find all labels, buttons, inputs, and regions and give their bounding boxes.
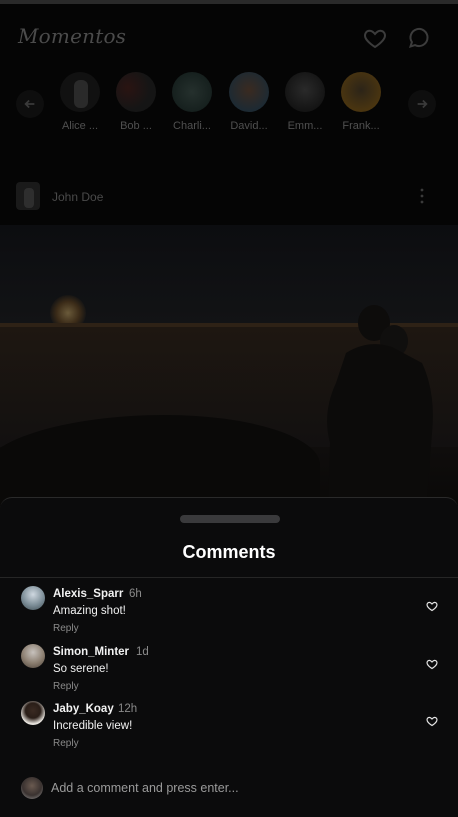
reply-link[interactable]: Reply: [53, 738, 79, 749]
comment-avatar[interactable]: [21, 644, 45, 668]
comment-input[interactable]: [51, 776, 431, 800]
app-root: Momentos Alice ... Bob ... Charli... Dav…: [0, 4, 458, 817]
post-author-avatar[interactable]: [16, 182, 40, 210]
comment-time: 12h: [118, 703, 138, 715]
couple-silhouette: [327, 305, 433, 505]
like-icon[interactable]: [426, 714, 438, 727]
story-avatar: [285, 72, 325, 112]
story-avatar: [60, 72, 100, 112]
story-item[interactable]: David...: [224, 72, 274, 132]
reply-link[interactable]: Reply: [53, 623, 79, 634]
story-avatar: [172, 72, 212, 112]
comment-text: Incredible view!: [53, 720, 133, 732]
post-author-name[interactable]: John Doe: [52, 190, 103, 204]
story-item[interactable]: Charli...: [167, 72, 217, 132]
story-item[interactable]: Bob ...: [111, 72, 161, 132]
story-label: Bob ...: [120, 120, 152, 132]
comment-time: 1d: [136, 646, 149, 658]
sheet-grabber[interactable]: [180, 515, 280, 523]
post-image[interactable]: [0, 225, 458, 505]
sheet-divider: [0, 577, 458, 578]
story-label: Alice ...: [61, 120, 99, 132]
cliff-silhouette: [0, 415, 320, 505]
comment-username[interactable]: Simon_Minter: [53, 646, 129, 658]
comment-avatar[interactable]: [21, 701, 45, 725]
stories-prev-button[interactable]: [16, 90, 44, 118]
stories-carousel: Alice ... Bob ... Charli... David... Emm…: [0, 70, 458, 144]
top-header: Momentos: [0, 4, 458, 66]
comment-item: Jaby_Koay 12h Incredible view! Reply: [0, 701, 458, 753]
heart-icon[interactable]: [363, 26, 387, 50]
story-avatar: [229, 72, 269, 112]
comment-username[interactable]: Jaby_Koay: [53, 703, 114, 715]
comment-time: 6h: [129, 588, 142, 600]
story-label: David...: [230, 120, 268, 132]
comment-item: Simon_Minter 1d So serene! Reply: [0, 644, 458, 696]
chat-icon[interactable]: [407, 26, 431, 50]
comment-username[interactable]: Alexis_Sparr: [53, 588, 123, 600]
comment-item: Alexis_Sparr 6h Amazing shot! Reply: [0, 586, 458, 638]
reply-link[interactable]: Reply: [53, 681, 79, 692]
post-header: John Doe: [0, 176, 458, 216]
story-label: Emm...: [287, 120, 323, 132]
comments-sheet: Comments Alexis_Sparr 6h Amazing shot! R…: [0, 497, 458, 817]
story-label: Frank...: [342, 120, 380, 132]
app-logo[interactable]: Momentos: [18, 24, 126, 48]
story-avatar: [116, 72, 156, 112]
more-options-icon[interactable]: [420, 188, 424, 204]
story-label: Charli...: [173, 120, 211, 132]
sheet-title: Comments: [182, 542, 276, 562]
stories-next-button[interactable]: [408, 90, 436, 118]
story-item[interactable]: Emm...: [280, 72, 330, 132]
story-item[interactable]: Frank...: [336, 72, 386, 132]
comment-avatar[interactable]: [21, 586, 45, 610]
like-icon[interactable]: [426, 657, 438, 670]
add-comment-bar: [0, 771, 458, 807]
story-avatar: [341, 72, 381, 112]
current-user-avatar: [21, 777, 43, 799]
comment-text: So serene!: [53, 663, 109, 675]
comment-text: Amazing shot!: [53, 605, 126, 617]
story-item[interactable]: Alice ...: [55, 72, 105, 132]
like-icon[interactable]: [426, 599, 438, 612]
